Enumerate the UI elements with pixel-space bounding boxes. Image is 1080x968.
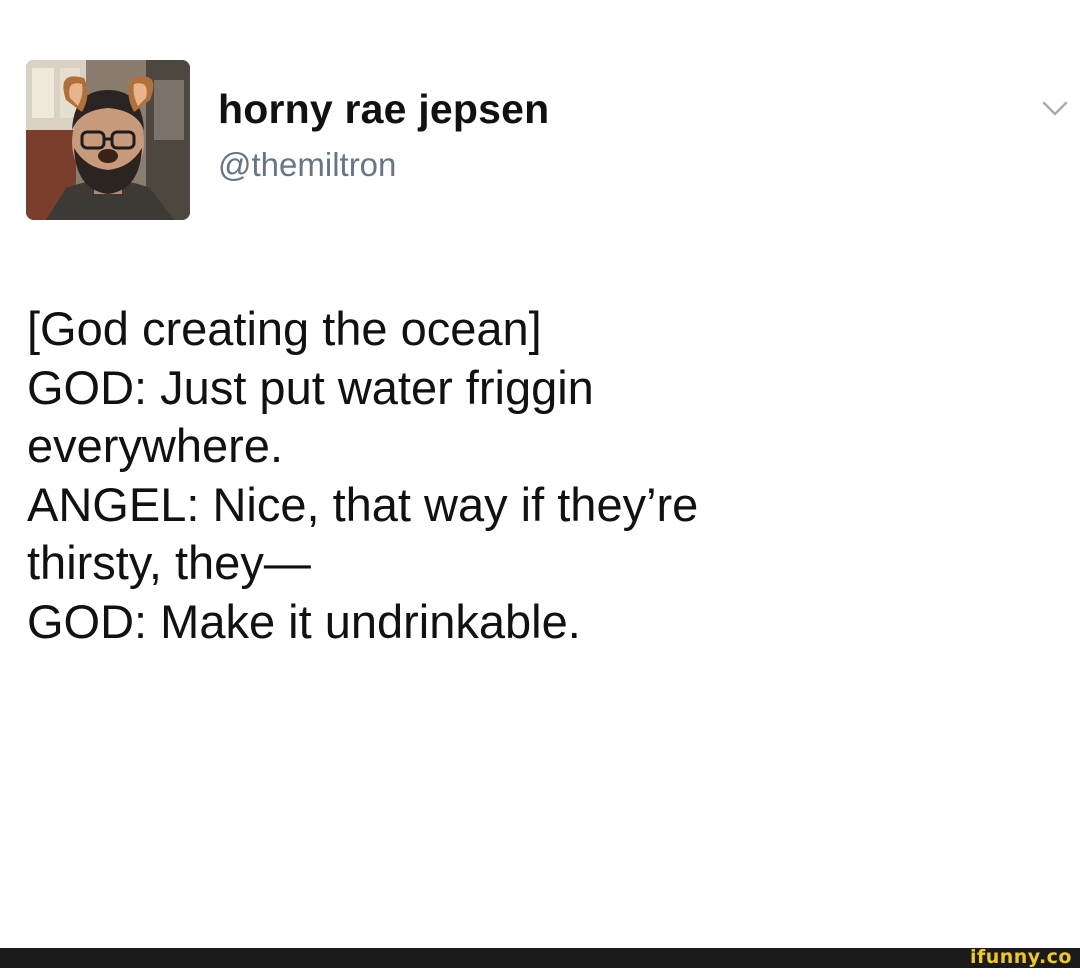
tweet-line: everywhere. (27, 419, 283, 472)
user-handle[interactable]: @themiltron (218, 146, 396, 184)
avatar-photo (26, 60, 190, 220)
chevron-down-icon[interactable] (1040, 98, 1070, 120)
tweet-line: GOD: Make it undrinkable. (27, 594, 581, 648)
tweet-card: horny rae jepsen @themiltron [God creati… (0, 0, 1080, 948)
tweet-line: [God creating the ocean] (27, 302, 542, 355)
watermark-logo: ifunny.co (969, 946, 1072, 968)
tweet-line: ANGEL: Nice, that way if they’re (27, 477, 699, 531)
tweet-line: GOD: Just put water friggin (27, 360, 594, 414)
tweet-line: thirsty, they— (27, 536, 311, 589)
footer-bar (0, 948, 1080, 968)
avatar[interactable] (26, 60, 190, 220)
tweet-text: [God creating the ocean] GOD: Just put w… (27, 300, 1067, 651)
display-name[interactable]: horny rae jepsen (218, 86, 549, 133)
